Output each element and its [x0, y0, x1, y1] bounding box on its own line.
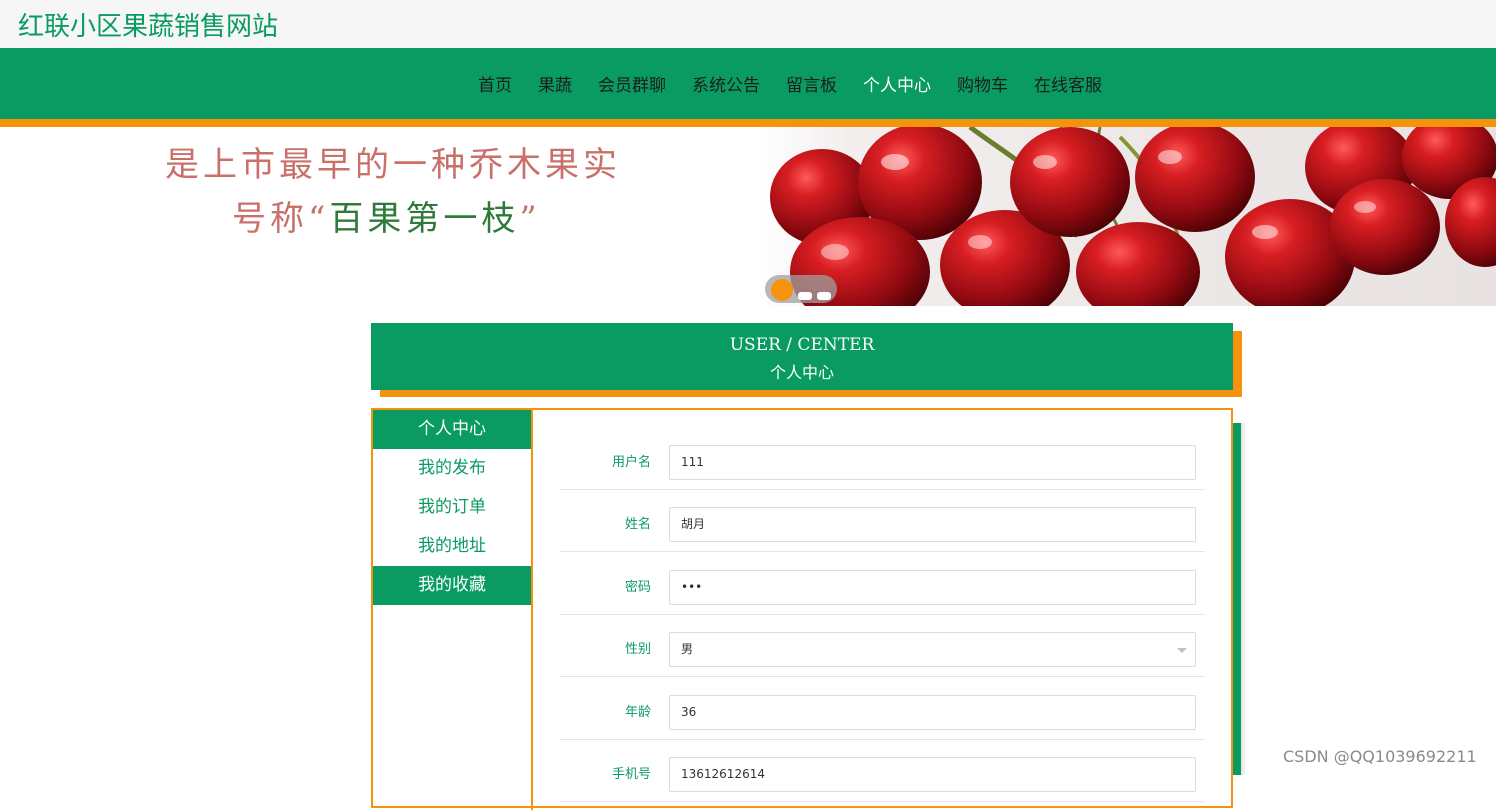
age-input[interactable]: 36	[669, 695, 1196, 730]
name-input[interactable]: 胡月	[669, 507, 1196, 542]
side-item-user-center[interactable]: 个人中心	[373, 410, 531, 449]
age-label: 年龄	[624, 705, 651, 720]
chevron-down-icon	[1177, 648, 1187, 653]
password-label: 密码	[624, 580, 651, 595]
form-row-phone: 手机号 13612612614	[560, 740, 1205, 802]
banner-carousel[interactable]: 是上市最早的一种乔木果实 号称“百果第一枝”	[0, 127, 1496, 306]
carousel-dot-1[interactable]	[771, 279, 793, 301]
banner-headline: 是上市最早的一种乔木果实	[165, 145, 621, 185]
password-input[interactable]: •••	[669, 570, 1196, 605]
nav-item-user-center[interactable]: 个人中心	[850, 71, 944, 96]
cherries-image	[760, 127, 1496, 306]
form-row-age: 年龄 36	[560, 678, 1205, 740]
side-menu: 个人中心 我的发布 我的订单 我的地址 我的收藏	[373, 410, 533, 810]
nav-item-home[interactable]: 首页	[465, 71, 525, 96]
side-item-my-posts[interactable]: 我的发布	[373, 449, 531, 488]
side-item-my-orders[interactable]: 我的订单	[373, 488, 531, 527]
section-title-cn: 个人中心	[769, 363, 834, 382]
banner-subheadline: 号称“百果第一枝”	[232, 199, 541, 239]
phone-label: 手机号	[611, 767, 651, 782]
nav-accent-stripe	[0, 119, 1496, 127]
carousel-indicators	[765, 275, 837, 303]
carousel-dot-2[interactable]	[798, 292, 812, 300]
form-row-password: 密码 •••	[560, 553, 1205, 615]
form-row-gender: 性别 男	[560, 615, 1205, 677]
nav-item-cart[interactable]: 购物车	[944, 71, 1021, 96]
user-center-panel: 个人中心 我的发布 我的订单 我的地址 我的收藏 用户名 111 姓名 胡月 密…	[371, 408, 1233, 810]
nav-item-announcements[interactable]: 系统公告	[679, 71, 773, 96]
gender-select[interactable]: 男	[669, 632, 1196, 667]
side-item-my-favorites[interactable]: 我的收藏	[373, 566, 531, 605]
panel-shadow	[1233, 423, 1247, 775]
form-row-username: 用户名 111	[560, 428, 1205, 490]
name-label: 姓名	[624, 517, 651, 532]
form-row-name: 姓名 胡月	[560, 490, 1205, 552]
gender-select-value: 男	[681, 642, 694, 656]
nav-item-produce[interactable]: 果蔬	[525, 71, 585, 96]
username-input[interactable]: 111	[669, 445, 1196, 480]
top-bar: 红联小区果蔬销售网站	[0, 0, 1496, 48]
username-label: 用户名	[611, 455, 651, 470]
nav-item-message-board[interactable]: 留言板	[773, 71, 850, 96]
nav-items: 首页 果蔬 会员群聊 系统公告 留言板 个人中心 购物车 在线客服	[465, 48, 1115, 119]
section-title-en: USER / CENTER	[729, 335, 875, 355]
main-nav: 首页 果蔬 会员群聊 系统公告 留言板 个人中心 购物车 在线客服	[0, 48, 1496, 119]
nav-item-member-chat[interactable]: 会员群聊	[585, 71, 679, 96]
watermark-text: CSDN @QQ1039692211	[1283, 747, 1477, 766]
carousel-dot-3[interactable]	[817, 292, 831, 300]
site-title[interactable]: 红联小区果蔬销售网站	[18, 6, 278, 43]
side-item-my-address[interactable]: 我的地址	[373, 527, 531, 566]
gender-label: 性别	[624, 642, 651, 657]
section-header: USER / CENTER 个人中心	[371, 323, 1233, 390]
nav-item-customer-service[interactable]: 在线客服	[1021, 71, 1115, 96]
